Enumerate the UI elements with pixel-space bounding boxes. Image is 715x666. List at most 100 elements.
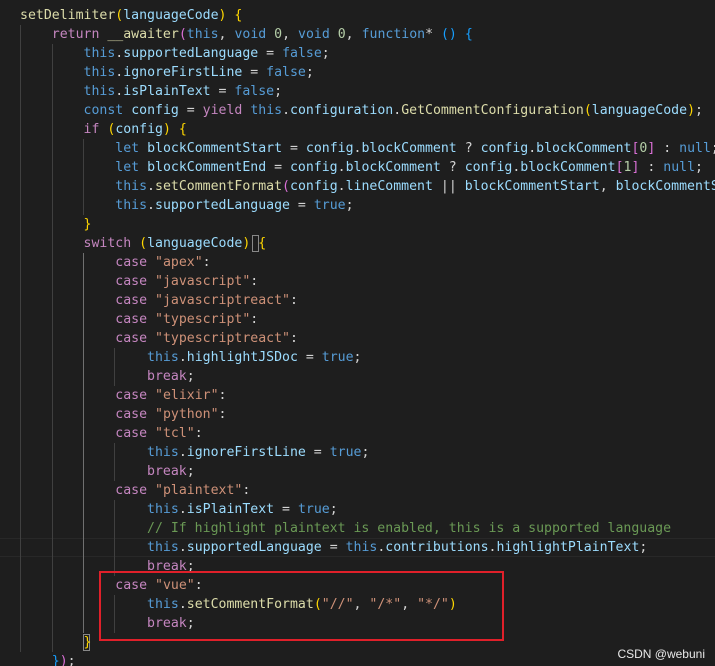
code-token: case: [115, 483, 148, 498]
code-token: "typescript": [155, 312, 251, 327]
code-line[interactable]: break;: [20, 367, 195, 386]
code-line[interactable]: case "typescriptreact":: [20, 329, 298, 348]
code-token: languageCode: [147, 236, 243, 251]
code-line[interactable]: case "python":: [20, 405, 226, 424]
code-line[interactable]: case "javascript":: [20, 272, 258, 291]
code-line[interactable]: // If highlight plaintext is enabled, th…: [20, 519, 671, 538]
code-token: .: [393, 103, 402, 118]
code-token: 0: [274, 27, 283, 42]
code-token: case: [115, 426, 148, 441]
code-token: // If highlight plaintext is enabled, th…: [147, 521, 672, 536]
code-token: ;: [329, 502, 338, 517]
code-token: :: [202, 255, 211, 270]
code-line[interactable]: case "elixir":: [20, 386, 226, 405]
code-token: }: [83, 635, 92, 650]
code-line[interactable]: this.supportedLanguage = false;: [20, 44, 330, 63]
code-token: config: [464, 160, 513, 175]
code-token: .: [337, 179, 346, 194]
code-token: languageCode: [123, 8, 219, 23]
code-line[interactable]: this.setCommentFormat(config.lineComment…: [20, 177, 715, 196]
code-line[interactable]: switch (languageCode) {: [20, 234, 267, 253]
code-token: .: [147, 179, 155, 194]
code-token: blockComment: [520, 160, 616, 175]
code-token: isPlainText: [123, 84, 211, 99]
code-token: }: [51, 654, 60, 666]
code-token: case: [115, 255, 148, 270]
code-token: case: [115, 293, 148, 308]
code-line[interactable]: });: [20, 652, 76, 666]
code-token: =: [258, 46, 283, 61]
code-line[interactable]: if (config) {: [20, 120, 187, 139]
code-line[interactable]: case "typescript":: [20, 310, 258, 329]
code-token: .: [147, 198, 155, 213]
code-token: switch: [83, 236, 132, 251]
code-line[interactable]: setDelimiter(languageCode) {: [20, 6, 242, 25]
code-token: blockComment: [361, 141, 457, 156]
code-token: blockCommentStart: [615, 179, 715, 194]
code-token: this: [115, 198, 148, 213]
code-line[interactable]: this.supportedLanguage = this.contributi…: [20, 538, 647, 557]
code-token: ||: [432, 179, 465, 194]
code-editor[interactable]: setDelimiter(languageCode) { return __aw…: [0, 0, 715, 666]
code-token: GetCommentConfiguration: [401, 103, 584, 118]
code-token: [: [615, 160, 624, 175]
code-token: :: [639, 160, 664, 175]
code-line[interactable]: this.isPlainText = true;: [20, 500, 338, 519]
code-token: null: [679, 141, 711, 156]
code-token: ?: [456, 141, 481, 156]
code-line[interactable]: return __awaiter(this, void 0, void 0, f…: [20, 25, 473, 44]
code-token: blockCommentEnd: [147, 160, 267, 175]
code-line[interactable]: }: [20, 215, 92, 234]
code-line[interactable]: this.ignoreFirstLine = true;: [20, 443, 369, 462]
code-token: config: [131, 103, 179, 118]
code-line[interactable]: case "apex":: [20, 253, 211, 272]
code-line[interactable]: const config = yield this.configuration.…: [20, 101, 703, 120]
code-token: blockCommentStart: [147, 141, 283, 156]
code-line[interactable]: this.highlightJSDoc = true;: [20, 348, 361, 367]
code-line[interactable]: break;: [20, 462, 195, 481]
code-token: ;: [67, 654, 76, 666]
code-token: function: [361, 27, 426, 42]
code-line[interactable]: this.ignoreFirstLine = false;: [20, 63, 314, 82]
code-token: this: [115, 179, 148, 194]
code-token: const: [83, 103, 124, 118]
code-line[interactable]: this.supportedLanguage = true;: [20, 196, 353, 215]
code-token: blockComment: [345, 160, 441, 175]
code-token: config: [115, 122, 163, 137]
code-line[interactable]: case "javascriptreact":: [20, 291, 298, 310]
code-line[interactable]: case "plaintext":: [20, 481, 250, 500]
code-line[interactable]: }: [20, 633, 92, 652]
code-line[interactable]: this.isPlainText = false;: [20, 82, 283, 101]
code-line[interactable]: let blockCommentStart = config.blockComm…: [20, 139, 715, 158]
code-token: ;: [186, 369, 195, 384]
code-line[interactable]: let blockCommentEnd = config.blockCommen…: [20, 158, 703, 177]
code-line[interactable]: case "tcl":: [20, 424, 202, 443]
code-token: =: [282, 141, 306, 156]
code-token: this: [147, 502, 179, 517]
code-token: case: [115, 388, 148, 403]
code-token: .: [528, 141, 537, 156]
code-token: =: [289, 198, 314, 213]
code-token: true: [321, 350, 354, 365]
code-token: :: [218, 388, 227, 403]
code-token: =: [178, 103, 203, 118]
code-token: highlightJSDoc: [186, 350, 298, 365]
code-token: =: [321, 540, 346, 555]
code-token: break: [147, 369, 187, 384]
code-token: "apex": [155, 255, 203, 270]
